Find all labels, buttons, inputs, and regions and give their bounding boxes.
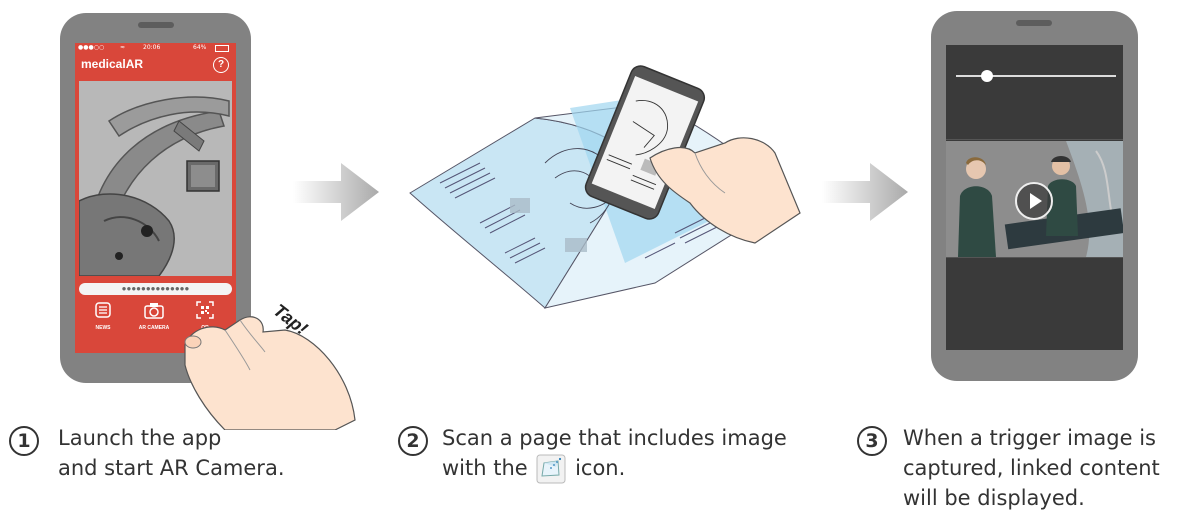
play-button[interactable] [1015,182,1053,220]
step-2-line-2-wrap: with the icon. [442,453,787,484]
arrow-right-icon [822,163,908,221]
step-2-number: 2 [398,426,428,456]
signal-icon: ●●●○○ [78,44,105,51]
step-1-caption: Launch the app and start AR Camera. [58,423,285,483]
step-3-line-3: will be displayed. [903,486,1085,510]
tab-news[interactable]: NEWS [81,301,125,331]
camera-icon [144,303,164,319]
phone-speaker [1016,20,1052,26]
wifi-icon: ≈ [120,44,126,51]
step-2-line-1: Scan a page that includes image [442,426,787,450]
arrow-right-icon [293,163,379,221]
step-1-number: 1 [9,426,39,456]
step-3-line-1: When a trigger image is [903,426,1156,450]
divider [946,257,1123,258]
status-time: 20:06 [143,44,161,51]
status-bar: ●●●○○ ≈ 20:06 64% [75,43,236,54]
news-icon [95,302,111,318]
step-2-line-2-before: with the [442,456,528,480]
slider-track[interactable] [956,75,1116,77]
step-3-line-2: captured, linked content [903,456,1160,480]
ar-trigger-icon [536,454,566,484]
step-2-caption: Scan a page that includes image with the… [442,423,787,484]
content-screen [946,45,1123,350]
step-1-line-2: and start AR Camera. [58,456,285,480]
help-button[interactable]: ? [213,57,229,73]
step-1-line-1: Launch the app [58,426,222,450]
medical-device-illustration [79,81,232,276]
divider [946,139,1123,140]
battery-icon [215,45,229,52]
step-3-caption: When a trigger image is captured, linked… [903,423,1160,513]
phone-speaker [138,22,174,28]
scanning-magazine-illustration [409,65,801,309]
tab-news-label: NEWS [95,325,111,331]
slider-handle[interactable] [981,70,993,82]
ar-camera-view [79,81,232,276]
tapping-hand-illustration [184,316,356,430]
status-battery: 64% [193,44,207,51]
phone-content-displayed [931,11,1138,381]
step-2-line-2-after: icon. [575,456,626,480]
video-player[interactable] [946,141,1123,257]
play-icon [1030,193,1042,209]
step-3-number: 3 [857,426,887,456]
app-title: medicalAR [81,57,144,71]
